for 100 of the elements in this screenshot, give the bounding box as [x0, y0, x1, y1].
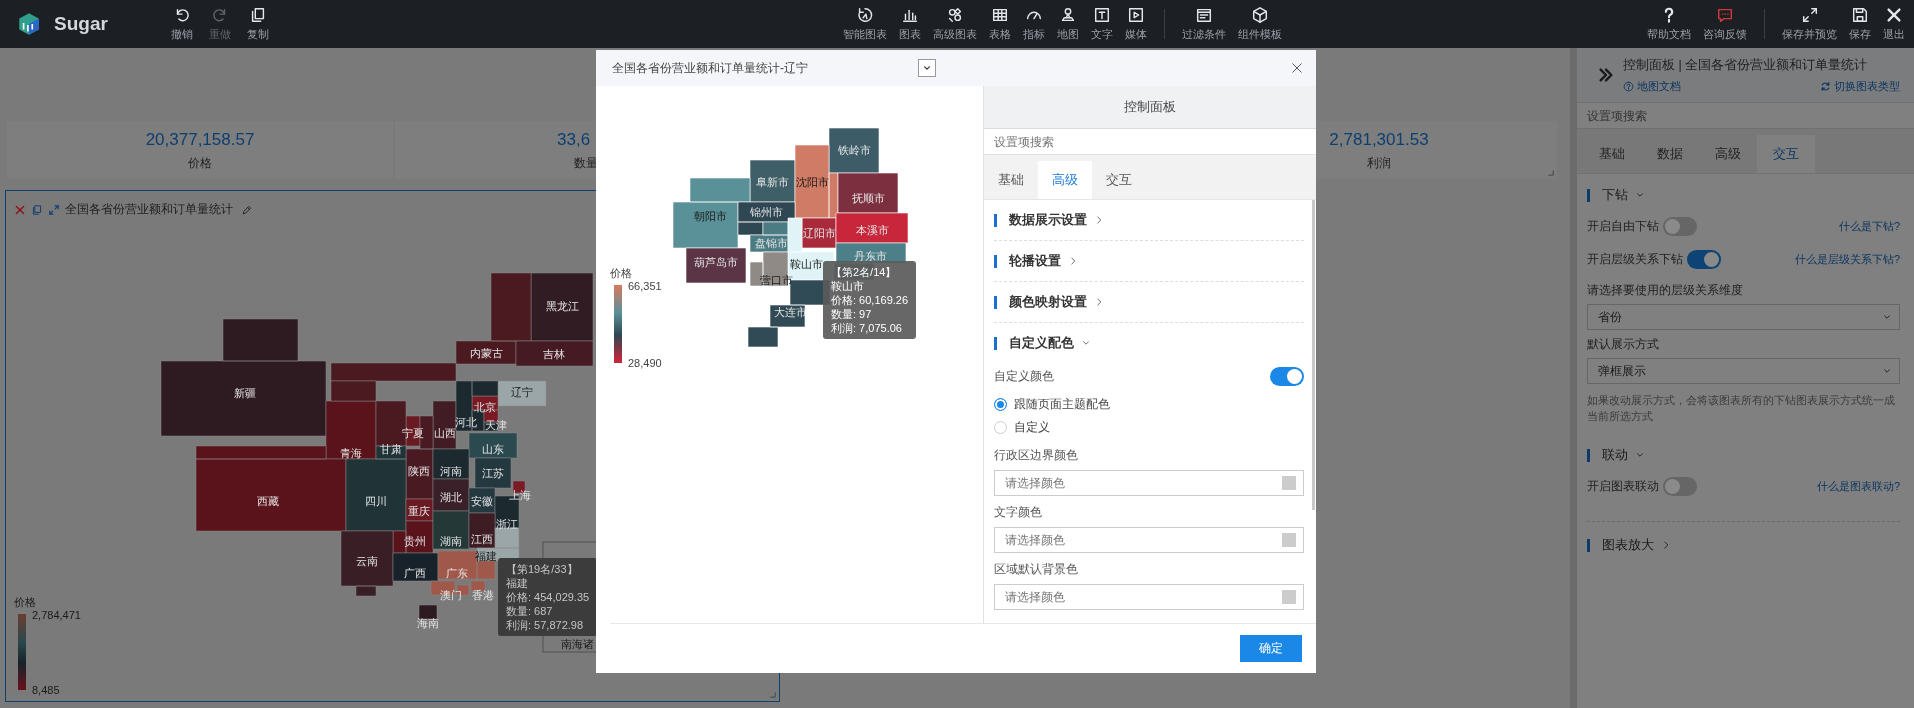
- setting-label: 自定义颜色: [994, 368, 1054, 385]
- section-marker: [1587, 448, 1590, 462]
- province-region[interactable]: [468, 432, 518, 459]
- city-region[interactable]: [672, 177, 751, 249]
- color-swatch[interactable]: [1282, 590, 1296, 604]
- city-region[interactable]: [837, 172, 899, 214]
- province-region[interactable]: [468, 487, 496, 514]
- tab[interactable]: 基础: [1583, 135, 1641, 173]
- resize-handle-icon[interactable]: [1546, 168, 1555, 177]
- city-region[interactable]: [801, 217, 837, 249]
- table-icon: [991, 6, 1009, 24]
- brand-name: Sugar: [54, 13, 108, 35]
- province-region[interactable]: [405, 498, 434, 522]
- province-region[interactable]: [468, 512, 496, 549]
- setting-label: 默认展示方式: [1587, 336, 1660, 353]
- province-region[interactable]: [392, 552, 439, 582]
- setting-label: 行政区边界颜色: [994, 447, 1079, 464]
- dropdown-select[interactable]: 省份: [1587, 304, 1900, 330]
- color-field[interactable]: 请选择颜色: [994, 584, 1304, 610]
- section-title[interactable]: 颜色映射设置: [1009, 293, 1087, 311]
- tooltip-line: 数量: 687: [506, 604, 554, 618]
- toolbar-button[interactable]: 图表: [896, 6, 924, 42]
- toolbar-button[interactable]: 媒体: [1122, 6, 1150, 42]
- toolbar-button[interactable]: 地图: [1054, 6, 1082, 42]
- toolbar-button[interactable]: 文字: [1088, 6, 1116, 42]
- legend-min-value: 28,490: [628, 357, 662, 369]
- toolbar-button[interactable]: 复制: [243, 6, 272, 42]
- section-title[interactable]: 联动: [1602, 446, 1628, 464]
- dropdown-select[interactable]: 弹框展示: [1587, 358, 1900, 384]
- toggle-switch[interactable]: [1270, 367, 1304, 386]
- tab[interactable]: 数据: [1641, 135, 1699, 173]
- province-region[interactable]: [340, 530, 394, 597]
- map-pin-icon: [1059, 6, 1077, 24]
- dropdown-button[interactable]: [918, 59, 936, 77]
- region-label: 北京: [474, 401, 496, 413]
- tab[interactable]: 交互: [1092, 161, 1146, 199]
- color-field[interactable]: 请选择颜色: [994, 527, 1304, 553]
- color-swatch[interactable]: [1282, 533, 1296, 547]
- province-region[interactable]: [497, 380, 547, 407]
- province-region[interactable]: [160, 318, 327, 437]
- province-region[interactable]: [474, 457, 512, 489]
- toolbar-button[interactable]: 保存并预览: [1779, 6, 1840, 42]
- section-title[interactable]: 轮播设置: [1009, 252, 1061, 270]
- resize-handle-icon[interactable]: [768, 690, 777, 699]
- tooltip-line: 价格: 454,029.35: [506, 590, 590, 604]
- toggle-switch[interactable]: [1663, 477, 1697, 496]
- confirm-button[interactable]: 确定: [1240, 635, 1302, 662]
- city-region[interactable]: [749, 159, 796, 203]
- province-region[interactable]: [515, 340, 594, 367]
- section-marker: [994, 295, 997, 309]
- section-title[interactable]: 数据展示设置: [1009, 211, 1087, 229]
- toolbar-button[interactable]: 咨询反馈: [1700, 6, 1750, 42]
- province-region[interactable]: [432, 478, 470, 512]
- region-label: 海南: [417, 617, 439, 629]
- tab[interactable]: 高级: [1699, 135, 1757, 173]
- pencil-icon[interactable]: [241, 203, 253, 216]
- legend-title: 价格: [14, 595, 37, 610]
- city-region[interactable]: [685, 247, 747, 284]
- color-scale-bar[interactable]: [614, 285, 622, 363]
- region-label: 湖南: [440, 535, 462, 547]
- expand-icon[interactable]: [48, 203, 60, 216]
- province-region[interactable]: [325, 400, 377, 460]
- toolbar-button[interactable]: 帮助文档: [1644, 6, 1694, 42]
- legend-min-value: 8,485: [32, 684, 61, 696]
- collapse-icon[interactable]: [1597, 66, 1615, 84]
- toolbar-button[interactable]: 智能图表: [840, 6, 890, 42]
- close-icon[interactable]: [1290, 61, 1304, 75]
- toolbar-button[interactable]: 退出: [1880, 6, 1908, 42]
- region-label: 辽宁: [511, 386, 533, 398]
- tooltip-line: 福建: [506, 576, 529, 590]
- radio-label[interactable]: 跟随页面主题配色: [1014, 396, 1110, 413]
- tab[interactable]: 基础: [984, 161, 1038, 199]
- toolbar-button[interactable]: 高级图表: [930, 6, 980, 42]
- tooltip-line: 鞍山市: [831, 279, 865, 293]
- toolbar-button[interactable]: 撤销: [167, 6, 196, 42]
- region-label: 陕西: [408, 465, 430, 477]
- radio-button[interactable]: [994, 398, 1007, 411]
- color-swatch[interactable]: [1282, 476, 1296, 490]
- cube-logo-icon: [16, 11, 42, 37]
- toolbar-button[interactable]: 过滤条件: [1179, 6, 1229, 42]
- section-title[interactable]: 图表放大: [1602, 536, 1654, 554]
- toolbar-button[interactable]: 保存: [1846, 6, 1874, 42]
- section-title[interactable]: 自定义配色: [1009, 334, 1074, 352]
- toggle-switch[interactable]: [1663, 217, 1697, 236]
- section-title[interactable]: 下钻: [1602, 186, 1628, 204]
- radio-label[interactable]: 自定义: [1014, 419, 1050, 436]
- province-region[interactable]: [432, 448, 470, 480]
- radio-button[interactable]: [994, 421, 1007, 434]
- province-region[interactable]: [530, 272, 594, 342]
- tab[interactable]: 高级: [1038, 161, 1092, 199]
- toolbar-button[interactable]: 组件模板: [1235, 6, 1285, 42]
- toolbar-button[interactable]: 指标: [1020, 6, 1048, 42]
- color-field[interactable]: 请选择颜色: [994, 470, 1304, 496]
- toggle-switch[interactable]: [1687, 250, 1721, 269]
- city-region[interactable]: [828, 127, 880, 174]
- color-scale-bar[interactable]: [18, 614, 26, 690]
- scrollbar-thumb[interactable]: [1312, 200, 1315, 510]
- province-region[interactable]: [432, 510, 470, 550]
- toolbar-button[interactable]: 表格: [986, 6, 1014, 42]
- province-region[interactable]: [418, 604, 438, 620]
